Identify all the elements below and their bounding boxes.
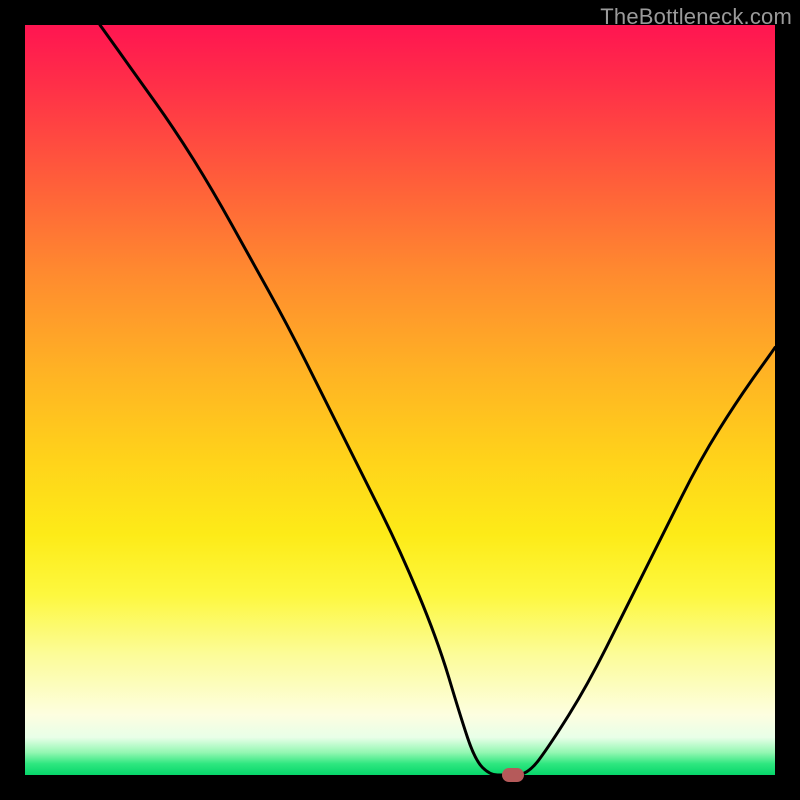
bottleneck-chart: TheBottleneck.com bbox=[0, 0, 800, 800]
optimum-marker bbox=[502, 768, 524, 782]
bottleneck-curve bbox=[25, 25, 775, 775]
plot-area bbox=[25, 25, 775, 775]
watermark-text: TheBottleneck.com bbox=[600, 4, 792, 30]
